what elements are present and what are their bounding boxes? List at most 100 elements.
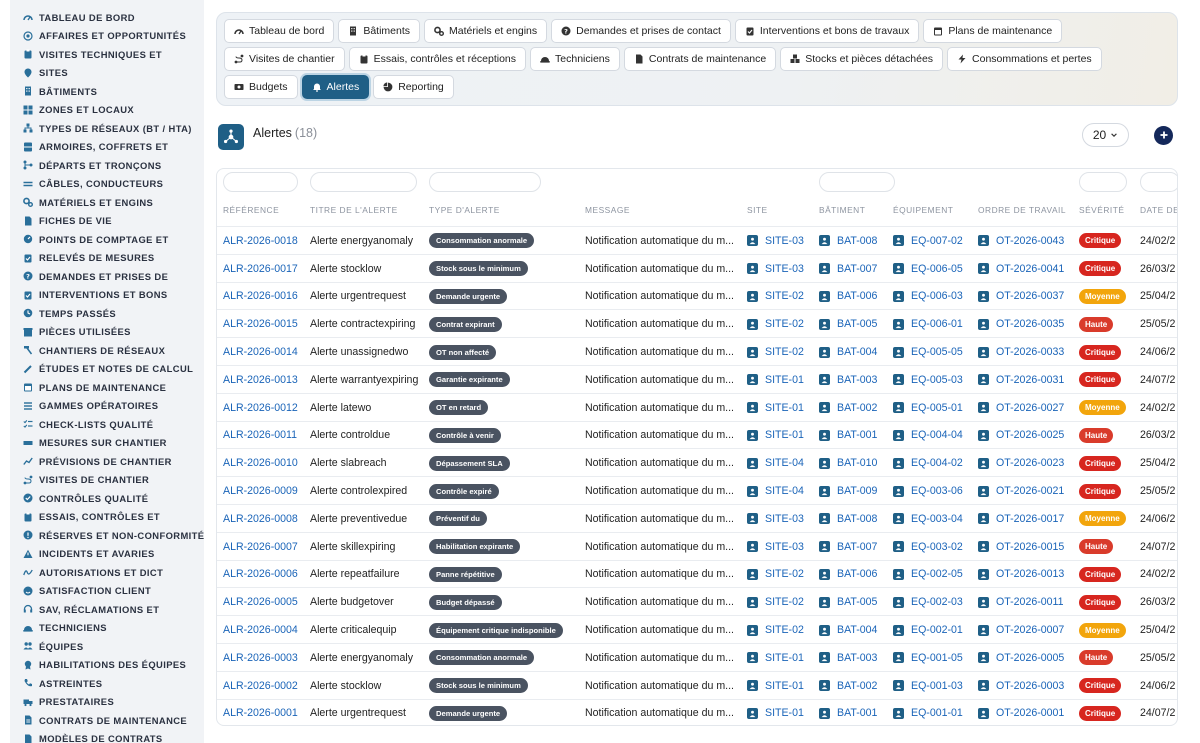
reference-link[interactable]: ALR-2026-0014 (223, 346, 298, 358)
tab-15[interactable]: Reporting (373, 75, 454, 99)
reference-link[interactable]: ALR-2026-0003 (223, 652, 298, 664)
table-row[interactable]: ALR-2026-0006 Alerte repeatfailure Panne r… (217, 559, 1177, 588)
building-link[interactable]: BAT-007 (837, 263, 877, 275)
site-link[interactable]: SITE-04 (765, 485, 804, 497)
site-link[interactable]: SITE-03 (765, 541, 804, 553)
sidebar-item-36[interactable]: HABILITATIONS DES ÉQUIPES (10, 656, 204, 675)
table-row[interactable]: ALR-2026-0001 Alerte urgentrequest Demande… (217, 698, 1177, 725)
building-link[interactable]: BAT-004 (837, 346, 877, 358)
equipment-link[interactable]: EQ-003-02 (911, 541, 963, 553)
site-link[interactable]: SITE-03 (765, 513, 804, 525)
column-filter-input-4[interactable] (819, 172, 895, 192)
equipment-link[interactable]: EQ-003-04 (911, 513, 963, 525)
site-link[interactable]: SITE-02 (765, 346, 804, 358)
sidebar-item-32[interactable]: SATISFACTION CLIENT (10, 582, 204, 601)
building-link[interactable]: BAT-008 (837, 513, 877, 525)
building-link[interactable]: BAT-002 (837, 402, 877, 414)
work-order-link[interactable]: OT-2026-0023 (996, 457, 1064, 469)
column-filter-input-2[interactable] (310, 172, 417, 192)
column-header-8[interactable]: ORDRE DE TRAVAIL (978, 205, 1066, 215)
reference-link[interactable]: ALR-2026-0005 (223, 596, 298, 608)
building-link[interactable]: BAT-007 (837, 541, 877, 553)
column-header-7[interactable]: ÉQUIPEMENT (893, 205, 953, 215)
sidebar-item-28[interactable]: ESSAIS, CONTRÔLES ET (10, 508, 204, 527)
building-link[interactable]: BAT-005 (837, 318, 877, 330)
work-order-link[interactable]: OT-2026-0035 (996, 318, 1064, 330)
sidebar-item-17[interactable]: TEMPS PASSÉS (10, 304, 204, 323)
sidebar-item-6[interactable]: ZONES ET LOCAUX (10, 101, 204, 120)
sidebar-item-3[interactable]: VISITES TECHNIQUES ET (10, 45, 204, 64)
sidebar-item-26[interactable]: VISITES DE CHANTIER (10, 471, 204, 490)
tab-14[interactable]: Alertes (301, 75, 370, 99)
equipment-link[interactable]: EQ-003-06 (911, 485, 963, 497)
table-row[interactable]: ALR-2026-0004 Alerte criticalequip Équipem… (217, 615, 1177, 643)
table-row[interactable]: ALR-2026-0017 Alerte stocklow Stock sous l… (217, 253, 1177, 282)
equipment-link[interactable]: EQ-006-05 (911, 263, 963, 275)
table-row[interactable]: ALR-2026-0016 Alerte urgentrequest Demande… (217, 281, 1177, 310)
sidebar-item-30[interactable]: INCIDENTS ET AVARIES (10, 545, 204, 564)
building-link[interactable]: BAT-005 (837, 596, 877, 608)
work-order-link[interactable]: OT-2026-0017 (996, 513, 1064, 525)
reference-link[interactable]: ALR-2026-0013 (223, 374, 298, 386)
work-order-link[interactable]: OT-2026-0005 (996, 652, 1064, 664)
site-link[interactable]: SITE-02 (765, 290, 804, 302)
site-link[interactable]: SITE-01 (765, 680, 804, 692)
table-row[interactable]: ALR-2026-0018 Alerte energyanomaly Consomm… (217, 226, 1177, 254)
work-order-link[interactable]: OT-2026-0025 (996, 429, 1064, 441)
tab-3[interactable]: Matériels et engins (424, 19, 548, 43)
work-order-link[interactable]: OT-2026-0007 (996, 624, 1064, 636)
sidebar-item-39[interactable]: CONTRATS DE MAINTENANCE (10, 711, 204, 730)
column-filter-input-1[interactable] (223, 172, 298, 192)
tab-4[interactable]: ? Demandes et prises de contact (551, 19, 731, 43)
site-link[interactable]: SITE-03 (765, 263, 804, 275)
site-link[interactable]: SITE-02 (765, 318, 804, 330)
table-row[interactable]: ALR-2026-0014 Alerte unassignedwo OT non a… (217, 337, 1177, 365)
sidebar-item-8[interactable]: ARMOIRES, COFFRETS ET (10, 138, 204, 157)
equipment-link[interactable]: EQ-007-02 (911, 235, 963, 247)
site-link[interactable]: SITE-01 (765, 402, 804, 414)
sidebar-item-12[interactable]: FICHES DE VIE (10, 212, 204, 231)
equipment-link[interactable]: EQ-006-01 (911, 318, 963, 330)
column-header-1[interactable]: RÉFÉRENCE (223, 205, 279, 215)
tab-12[interactable]: Consommations et pertes (947, 47, 1102, 71)
sidebar-item-23[interactable]: CHECK-LISTS QUALITÉ (10, 415, 204, 434)
sidebar-item-40[interactable]: MODÈLES DE CONTRATS (10, 730, 204, 743)
tab-7[interactable]: Visites de chantier (224, 47, 345, 71)
reference-link[interactable]: ALR-2026-0004 (223, 624, 298, 636)
tab-8[interactable]: Essais, contrôles et réceptions (348, 47, 527, 71)
sidebar-item-24[interactable]: MESURES SUR CHANTIER (10, 434, 204, 453)
equipment-link[interactable]: EQ-001-05 (911, 652, 963, 664)
sidebar-item-4[interactable]: SITES (10, 64, 204, 83)
sidebar-item-2[interactable]: AFFAIRES ET OPPORTUNITÉS (10, 27, 204, 46)
reference-link[interactable]: ALR-2026-0010 (223, 457, 298, 469)
table-row[interactable]: ALR-2026-0002 Alerte stocklow Stock sous l… (217, 670, 1177, 699)
work-order-link[interactable]: OT-2026-0027 (996, 402, 1064, 414)
sidebar-item-25[interactable]: PRÉVISIONS DE CHANTIER (10, 452, 204, 471)
building-link[interactable]: BAT-006 (837, 290, 877, 302)
sidebar-item-15[interactable]: ? DEMANDES ET PRISES DE (10, 267, 204, 286)
table-row[interactable]: ALR-2026-0015 Alerte contractexpiring Cont… (217, 309, 1177, 337)
equipment-link[interactable]: EQ-002-03 (911, 596, 963, 608)
tab-6[interactable]: Plans de maintenance (923, 19, 1063, 43)
sidebar-item-29[interactable]: RÉSERVES ET NON-CONFORMITÉS (10, 526, 204, 545)
tab-10[interactable]: Contrats de maintenance (623, 47, 777, 71)
site-link[interactable]: SITE-01 (765, 707, 804, 719)
reference-link[interactable]: ALR-2026-0007 (223, 541, 298, 553)
sidebar-item-34[interactable]: TECHNICIENS (10, 619, 204, 638)
equipment-link[interactable]: EQ-005-01 (911, 402, 963, 414)
tab-1[interactable]: Tableau de bord (224, 19, 335, 43)
page-size-select[interactable]: 20 (1082, 123, 1129, 147)
equipment-link[interactable]: EQ-004-02 (911, 457, 963, 469)
table-row[interactable]: ALR-2026-0011 Alerte controldue Contrôle à… (217, 420, 1177, 449)
work-order-link[interactable]: OT-2026-0037 (996, 290, 1064, 302)
sidebar-item-5[interactable]: BÂTIMENTS (10, 82, 204, 101)
sidebar-item-27[interactable]: CONTRÔLES QUALITÉ (10, 489, 204, 508)
sidebar-item-33[interactable]: SAV, RÉCLAMATIONS ET (10, 600, 204, 619)
table-row[interactable]: ALR-2026-0012 Alerte latewo OT en retard No… (217, 392, 1177, 421)
table-row[interactable]: ALR-2026-0010 Alerte slabreach Dépassement… (217, 448, 1177, 476)
sidebar-item-35[interactable]: ÉQUIPES (10, 637, 204, 656)
reference-link[interactable]: ALR-2026-0011 (223, 429, 297, 441)
work-order-link[interactable]: OT-2026-0043 (996, 235, 1064, 247)
sidebar-item-18[interactable]: PIÈCES UTILISÉES (10, 323, 204, 342)
equipment-link[interactable]: EQ-005-05 (911, 346, 963, 358)
